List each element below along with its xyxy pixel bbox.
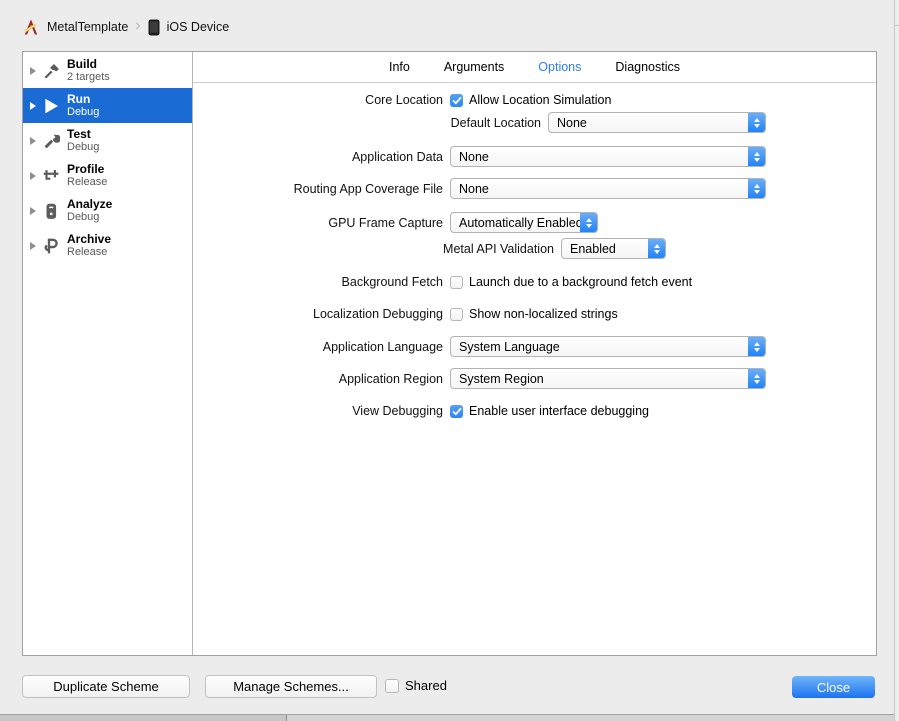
xcode-project-icon [22,18,40,36]
duplicate-scheme-button[interactable]: Duplicate Scheme [22,675,190,698]
sidebar-item-title: Profile [67,162,105,176]
tab-bar: Info Arguments Options Diagnostics [193,52,876,83]
default-location-label: Default Location [450,115,541,130]
application-language-value: System Language [459,339,560,354]
stepper-icon [648,239,665,258]
options-pane: Info Arguments Options Diagnostics Core … [193,52,876,655]
disclosure-triangle-icon[interactable] [30,136,36,145]
sidebar-item-build[interactable]: Build 2 targets [23,53,192,88]
default-location-value: None [557,115,587,130]
scheme-action-sidebar: Build 2 targets Run Debug Test Debug Pro… [23,52,193,655]
sidebar-item-test[interactable]: Test Debug [23,123,192,158]
wrench-icon [40,130,62,152]
options-form: Core Location Allow Location Simulation … [193,84,876,655]
routing-app-coverage-file-select[interactable]: None [450,178,766,199]
disclosure-triangle-icon[interactable] [30,241,36,250]
application-language-label: Application Language [322,339,443,354]
sidebar-item-subtitle: Debug [67,106,100,118]
background-fetch-label: Background Fetch [341,275,443,289]
gpu-frame-capture-value: Automatically Enabled [459,215,583,230]
disclosure-triangle-icon[interactable] [30,206,36,215]
scheme-editor-panel: Build 2 targets Run Debug Test Debug Pro… [22,51,877,656]
routing-app-coverage-file-label: Routing App Coverage File [293,181,443,196]
analyze-icon [40,200,62,222]
ios-device-icon [148,19,160,36]
localization-debugging-checkbox[interactable] [450,307,463,321]
routing-app-coverage-file-value: None [459,181,489,196]
tab-arguments[interactable]: Arguments [444,60,504,74]
background-fetch-checkbox-label: Launch due to a background fetch event [469,275,693,289]
tab-info[interactable]: Info [389,60,410,74]
archive-icon [40,235,62,257]
default-location-select[interactable]: None [548,112,766,133]
application-data-select[interactable]: None [450,146,766,167]
allow-location-simulation-label: Allow Location Simulation [469,93,612,107]
view-debugging-checkbox-label: Enable user interface debugging [469,404,649,418]
sidebar-item-run[interactable]: Run Debug [23,88,192,123]
stepper-icon [748,147,765,166]
close-button[interactable]: Close [792,676,875,698]
metal-api-validation-label: Metal API Validation [443,241,554,256]
gpu-frame-capture-label: GPU Frame Capture [328,215,443,230]
sidebar-item-archive[interactable]: Archive Release [23,228,192,263]
view-debugging-label: View Debugging [352,404,443,418]
sidebar-item-profile[interactable]: Profile Release [23,158,192,193]
application-language-select[interactable]: System Language [450,336,766,357]
underlying-window-bottom-bar [0,714,899,721]
sidebar-item-subtitle: Debug [67,211,100,223]
background-fetch-checkbox[interactable] [450,275,463,289]
tab-diagnostics[interactable]: Diagnostics [615,60,680,74]
gpu-frame-capture-select[interactable]: Automatically Enabled [450,212,598,233]
localization-debugging-label: Localization Debugging [313,307,443,321]
scheme-name[interactable]: MetalTemplate [47,20,128,34]
sidebar-item-title: Archive [67,232,112,246]
disclosure-triangle-icon[interactable] [30,171,36,180]
underlying-window-toolbar-line [895,25,899,26]
manage-schemes-button[interactable]: Manage Schemes... [205,675,377,698]
application-data-label: Application Data [351,149,443,164]
shared-label: Shared [405,678,447,693]
destination-name[interactable]: iOS Device [167,20,230,34]
sidebar-item-subtitle: Release [67,246,108,258]
shared-option: Shared [385,678,447,693]
application-region-label: Application Region [338,371,443,386]
sidebar-item-title: Build [67,57,97,71]
stepper-icon [748,369,765,388]
sidebar-item-title: Test [67,127,91,141]
sidebar-item-title: Analyze [67,197,113,211]
underlying-window-right-strip [895,0,899,721]
application-data-value: None [459,149,489,164]
breadcrumb-chevron-icon: › [135,17,141,34]
scheme-breadcrumb: MetalTemplate › iOS Device [22,17,229,37]
stepper-icon [748,179,765,198]
metal-api-validation-select[interactable]: Enabled [561,238,666,259]
sidebar-item-subtitle: 2 targets [67,71,110,83]
stepper-icon [748,337,765,356]
core-location-label: Core Location [365,93,443,107]
shared-checkbox[interactable] [385,678,399,693]
stepper-icon [580,213,597,232]
localization-debugging-checkbox-label: Show non-localized strings [469,307,618,321]
hammer-icon [40,60,62,82]
play-icon [40,95,62,117]
sidebar-item-analyze[interactable]: Analyze Debug [23,193,192,228]
metal-api-validation-value: Enabled [570,241,616,256]
application-region-value: System Region [459,371,544,386]
sidebar-item-title: Run [67,92,91,106]
sidebar-item-subtitle: Release [67,176,108,188]
disclosure-triangle-icon[interactable] [30,101,36,110]
disclosure-triangle-icon[interactable] [30,66,36,75]
view-debugging-checkbox[interactable] [450,404,463,418]
stepper-icon [748,113,765,132]
tab-options[interactable]: Options [538,60,581,74]
application-region-select[interactable]: System Region [450,368,766,389]
sidebar-item-subtitle: Debug [67,141,100,153]
allow-location-simulation-checkbox[interactable] [450,93,463,107]
gauge-icon [40,165,62,187]
